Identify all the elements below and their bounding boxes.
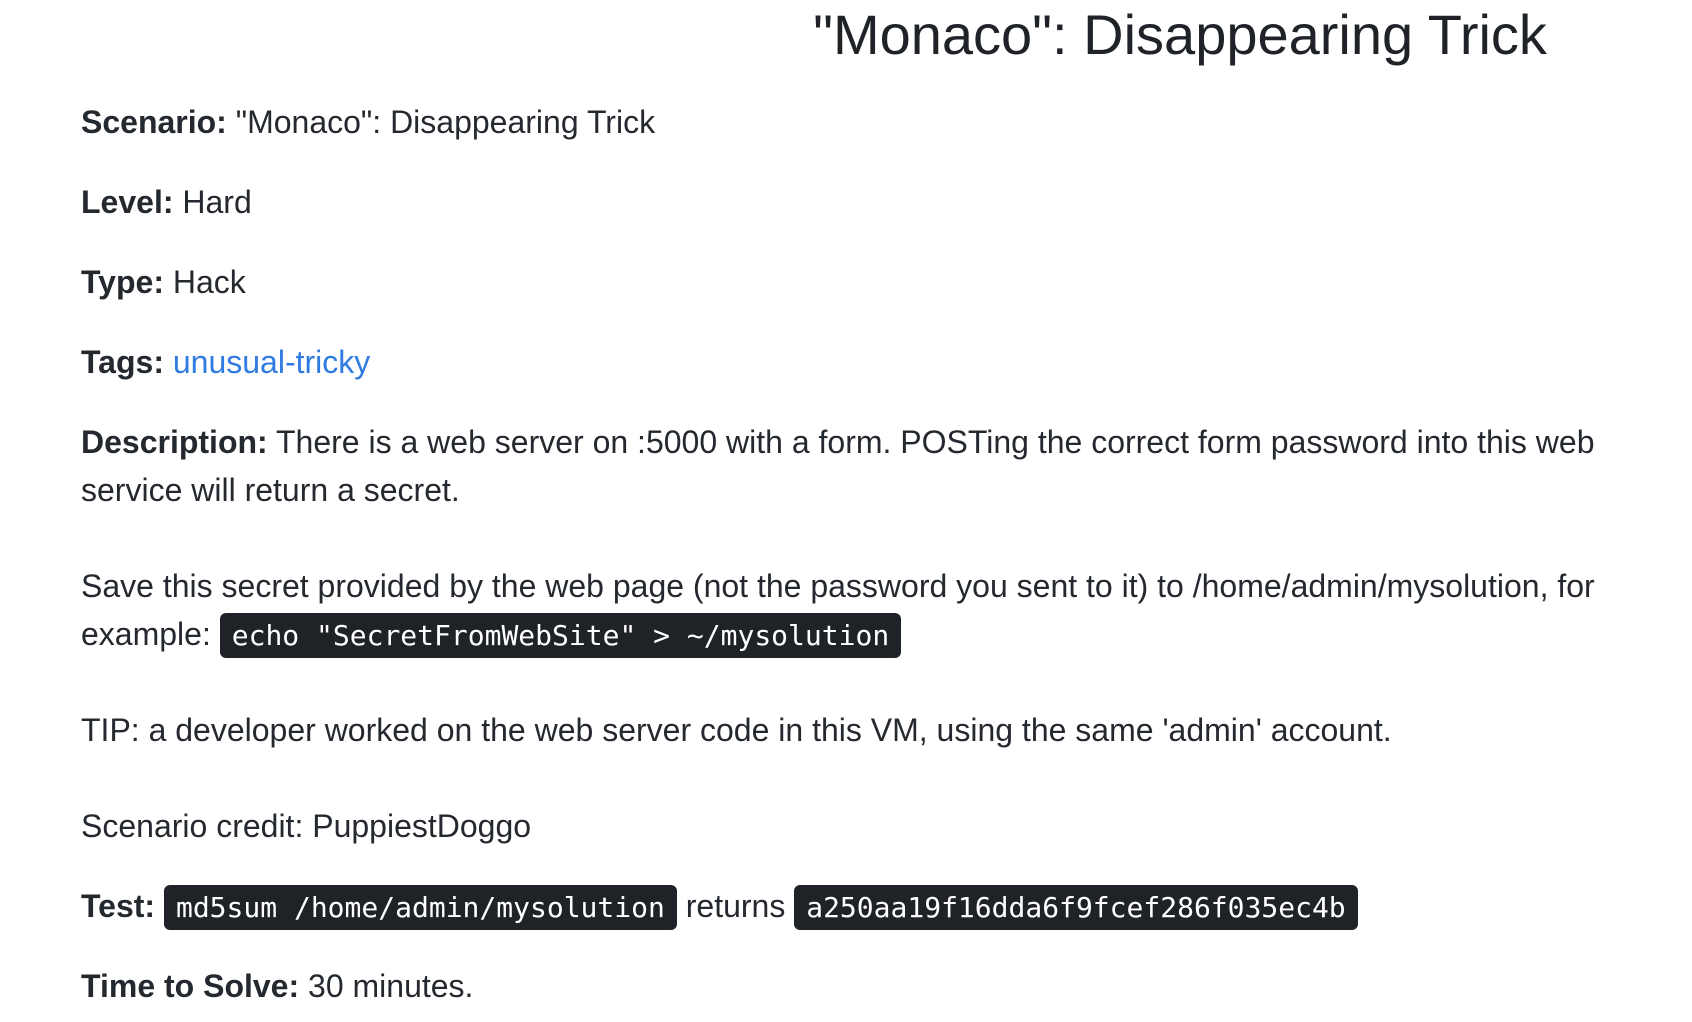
description-row: Description: There is a web server on :5… bbox=[81, 418, 1641, 514]
type-row: Type: Hack bbox=[81, 258, 246, 306]
tags-label: Tags: bbox=[81, 344, 164, 380]
scenario-value: "Monaco": Disappearing Trick bbox=[226, 104, 656, 140]
time-value: 30 minutes. bbox=[299, 968, 474, 1004]
description-text: There is a web server on :5000 with a fo… bbox=[81, 424, 1595, 508]
save-instructions: Save this secret provided by the web pag… bbox=[81, 562, 1641, 658]
type-value: Hack bbox=[163, 264, 246, 300]
test-hash-code: a250aa19f16dda6f9fcef286f035ec4b bbox=[794, 885, 1358, 930]
scenario-label: Scenario: bbox=[81, 104, 227, 140]
test-row: Test: md5sum /home/admin/mysolution retu… bbox=[81, 882, 1358, 930]
save-example-code: echo "SecretFromWebSite" > ~/mysolution bbox=[219, 613, 902, 658]
page-title: "Monaco": Disappearing Trick bbox=[813, 3, 1547, 66]
type-label: Type: bbox=[81, 264, 164, 300]
tags-row: Tags: unusual-tricky bbox=[81, 338, 370, 386]
test-command-code: md5sum /home/admin/mysolution bbox=[163, 885, 677, 930]
time-label: Time to Solve: bbox=[81, 968, 300, 1004]
scenario-credit: Scenario credit: PuppiestDoggo bbox=[81, 808, 532, 844]
time-row: Time to Solve: 30 minutes. bbox=[81, 962, 473, 1010]
test-returns-text: returns bbox=[676, 888, 795, 924]
tag-link-unusual-tricky[interactable]: unusual-tricky bbox=[173, 344, 370, 380]
description-label: Description: bbox=[81, 424, 268, 460]
level-value: Hard bbox=[173, 184, 252, 220]
page: "Monaco": Disappearing Trick Scenario: "… bbox=[0, 0, 1692, 1022]
test-label: Test: bbox=[81, 888, 156, 924]
scenario-row: Scenario: "Monaco": Disappearing Trick bbox=[81, 98, 655, 146]
level-row: Level: Hard bbox=[81, 178, 252, 226]
level-label: Level: bbox=[81, 184, 174, 220]
tip-text: TIP: a developer worked on the web serve… bbox=[81, 712, 1392, 748]
